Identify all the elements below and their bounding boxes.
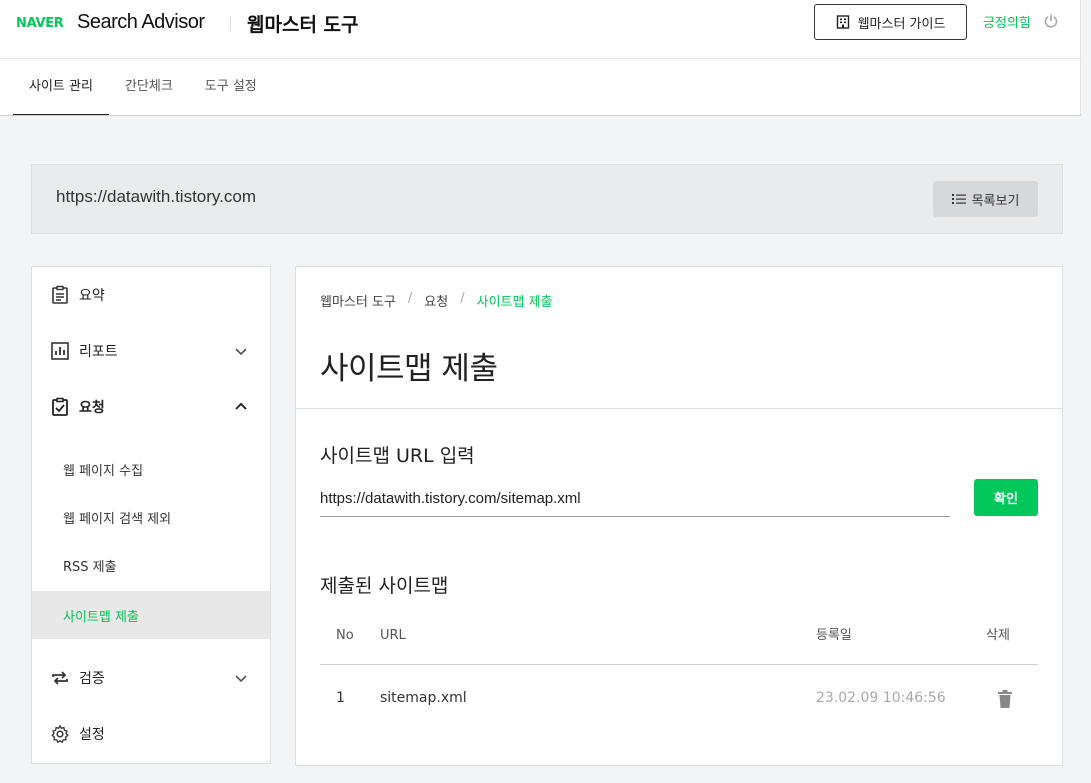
clipboard-icon [52,285,68,304]
subitem-web-page-exclude[interactable]: 웹 페이지 검색 제외 [32,493,270,541]
breadcrumb: 웹마스터 도구 / 요청 / 사이트맵 제출 [320,291,553,310]
row-url: sitemap.xml [380,690,467,706]
column-header-no: No [336,628,354,643]
subitem-label: RSS 제출 [63,559,117,575]
tabs-bottom-line [0,115,1081,116]
page-title: 사이트맵 제출 [320,351,498,387]
submitted-sitemap-title: 제출된 사이트맵 [320,575,449,597]
column-header-delete: 삭제 [986,628,1010,643]
breadcrumb-separator: / [460,291,465,306]
chevron-down-icon [235,348,247,356]
sidebar-item-report[interactable]: 리포트 [32,323,270,379]
sidebar-item-label: 리포트 [79,344,118,360]
tab-quick-check[interactable]: 간단체크 [109,59,189,115]
sidebar-item-label: 설정 [79,727,105,743]
clipboard-check-icon [52,397,68,416]
tool-title: 웹마스터 도구 [247,14,359,36]
subitem-web-page-collect[interactable]: 웹 페이지 수집 [32,445,270,493]
sidebar-item-summary[interactable]: 요약 [32,267,270,323]
trash-icon[interactable] [996,689,1014,709]
chevron-down-icon [235,675,247,683]
main-content: 웹마스터 도구 / 요청 / 사이트맵 제출 사이트맵 제출 사이트맵 URL … [295,266,1063,766]
main-tabs: 사이트 관리 간단체크 도구 설정 [13,59,273,116]
sitemap-url-section-title: 사이트맵 URL 입력 [320,445,475,467]
list-view-label: 목록보기 [971,193,1020,209]
list-view-button[interactable]: 목록보기 [933,181,1038,217]
subitem-sitemap-submit[interactable]: 사이트맵 제출 [32,591,270,639]
subitem-label: 사이트맵 제출 [63,609,139,625]
gear-icon [51,724,69,744]
sidebar-item-request[interactable]: 요청 [32,379,270,435]
sitemap-url-input[interactable] [320,480,950,517]
site-url: https://datawith.tistory.com [56,187,256,206]
breadcrumb-current: 사이트맵 제출 [476,295,553,310]
subitem-label: 웹 페이지 검색 제외 [63,511,172,527]
breadcrumb-item[interactable]: 웹마스터 도구 [320,291,396,310]
column-header-date: 등록일 [816,628,852,643]
row-no: 1 [336,690,345,706]
sidebar-item-label: 요청 [79,400,105,416]
table-header: No URL 등록일 삭제 [320,619,1038,665]
header-divider [230,16,231,31]
power-icon[interactable] [1043,13,1059,29]
top-header: NAVER Search Advisor 웹마스터 도구 웹마스터 가이드 긍정… [0,0,1081,116]
sidebar-item-label: 요약 [79,288,105,304]
user-name[interactable]: 긍정의힘 [983,12,1031,31]
breadcrumb-separator: / [407,291,413,306]
webmaster-guide-button[interactable]: 웹마스터 가이드 [814,4,967,40]
sidebar-item-label: 검증 [79,671,105,687]
repeat-icon [52,671,68,685]
table-row: 1 sitemap.xml 23.02.09 10:46:56 [320,681,1038,715]
breadcrumb-item[interactable]: 요청 [424,291,448,310]
brand-name[interactable]: Search Advisor [77,11,205,34]
tab-site-management[interactable]: 사이트 관리 [13,59,109,116]
guide-button-label: 웹마스터 가이드 [857,16,946,32]
subitem-label: 웹 페이지 수집 [63,463,144,479]
row-date: 23.02.09 10:46:56 [816,690,946,706]
title-divider [296,408,1062,409]
bar-chart-icon [51,342,69,360]
list-icon [951,194,966,204]
confirm-button[interactable]: 확인 [974,479,1038,516]
sidebar-item-verify[interactable]: 검증 [32,650,270,706]
naver-logo[interactable]: NAVER [16,16,64,31]
sidebar-item-settings[interactable]: 설정 [32,706,270,762]
sidebar: 요약 리포트 요청 웹 페이지 수집 웹 페이지 검색 제외 RSS 제출 사이… [31,266,271,764]
site-selector-bar: https://datawith.tistory.com 목록보기 [31,164,1063,234]
column-header-url: URL [380,628,406,643]
tab-tool-settings[interactable]: 도구 설정 [189,59,273,115]
chevron-up-icon [235,402,247,410]
subitem-rss-submit[interactable]: RSS 제출 [32,541,270,589]
building-icon [836,15,849,29]
